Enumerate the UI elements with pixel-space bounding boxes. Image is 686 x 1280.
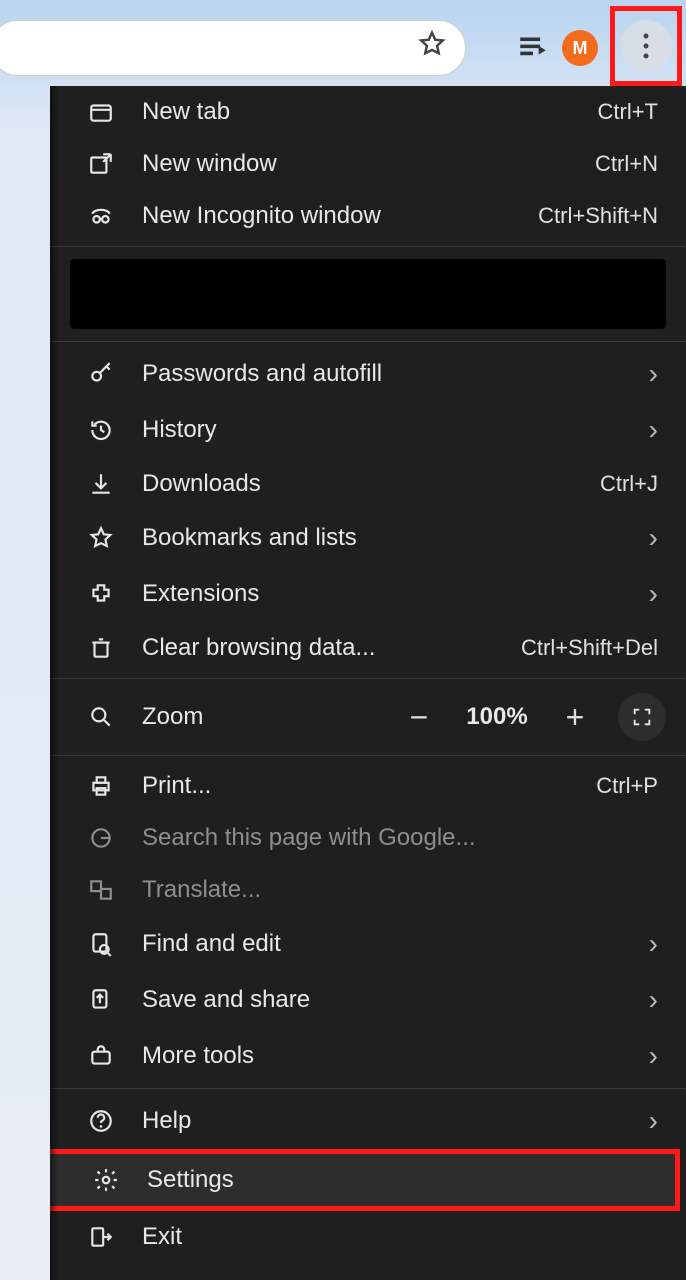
menu-item-history[interactable]: History › — [50, 402, 686, 458]
menu-item-downloads[interactable]: Downloads Ctrl+J — [50, 458, 686, 510]
menu-label: History — [142, 416, 623, 444]
fullscreen-button[interactable] — [618, 693, 666, 741]
menu-item-more-tools[interactable]: More tools › — [50, 1028, 686, 1084]
menu-label: Help — [142, 1107, 623, 1135]
highlight-menu-button — [610, 6, 682, 86]
menu-label: Downloads — [142, 470, 574, 498]
menu-separator — [50, 246, 686, 247]
zoom-label: Zoom — [142, 703, 376, 731]
menu-label: Extensions — [142, 580, 623, 608]
menu-item-clear-data[interactable]: Clear browsing data... Ctrl+Shift+Del — [50, 622, 686, 674]
menu-item-exit[interactable]: Exit — [50, 1211, 686, 1263]
help-icon — [86, 1108, 116, 1134]
new-window-icon — [86, 151, 116, 177]
menu-shortcut: Ctrl+Shift+N — [538, 203, 658, 229]
key-icon — [86, 361, 116, 387]
menu-shadow — [50, 86, 58, 1280]
chevron-right-icon: › — [649, 984, 658, 1016]
chevron-right-icon: › — [649, 522, 658, 554]
menu-shortcut: Ctrl+Shift+Del — [521, 635, 658, 661]
toolbar-right: M — [516, 10, 682, 86]
zoom-value: 100% — [462, 703, 532, 731]
menu-label: Passwords and autofill — [142, 360, 623, 388]
more-menu-button[interactable] — [620, 20, 672, 72]
exit-icon — [86, 1224, 116, 1250]
menu-label: New tab — [142, 98, 572, 126]
chevron-right-icon: › — [649, 1105, 658, 1137]
menu-label: Bookmarks and lists — [142, 524, 623, 552]
menu-item-new-window[interactable]: New window Ctrl+N — [50, 138, 686, 190]
zoom-out-button[interactable]: − — [402, 700, 436, 734]
profile-avatar[interactable]: M — [562, 30, 598, 66]
menu-item-search-page[interactable]: Search this page with Google... — [50, 812, 686, 864]
menu-label: New Incognito window — [142, 202, 512, 230]
browser-main-menu: New tab Ctrl+T New window Ctrl+N New Inc… — [50, 86, 686, 1280]
menu-label: Exit — [142, 1223, 658, 1251]
find-icon — [86, 931, 116, 957]
menu-item-incognito[interactable]: New Incognito window Ctrl+Shift+N — [50, 190, 686, 242]
menu-item-passwords[interactable]: Passwords and autofill › — [50, 346, 686, 402]
menu-label: New window — [142, 150, 569, 178]
menu-shortcut: Ctrl+P — [596, 773, 658, 799]
extensions-icon — [86, 581, 116, 607]
gear-icon — [91, 1167, 121, 1193]
download-icon — [86, 471, 116, 497]
menu-shortcut: Ctrl+T — [598, 99, 659, 125]
menu-label: Translate... — [142, 876, 658, 904]
print-icon — [86, 773, 116, 799]
chevron-right-icon: › — [649, 358, 658, 390]
menu-item-find-edit[interactable]: Find and edit › — [50, 916, 686, 972]
menu-item-bookmarks[interactable]: Bookmarks and lists › — [50, 510, 686, 566]
menu-separator — [50, 678, 686, 679]
chevron-right-icon: › — [649, 928, 658, 960]
bookmark-star-icon[interactable] — [417, 29, 447, 67]
menu-label: Search this page with Google... — [142, 824, 658, 852]
menu-separator — [50, 755, 686, 756]
history-icon — [86, 417, 116, 443]
trash-icon — [86, 635, 116, 661]
chevron-right-icon: › — [649, 578, 658, 610]
zoom-icon — [86, 704, 116, 730]
menu-item-print[interactable]: Print... Ctrl+P — [50, 760, 686, 812]
avatar-initial: M — [573, 38, 588, 59]
zoom-in-button[interactable]: + — [558, 700, 592, 734]
menu-label: Settings — [147, 1166, 647, 1194]
menu-shortcut: Ctrl+N — [595, 151, 658, 177]
browser-toolbar: M — [0, 0, 686, 86]
chevron-right-icon: › — [649, 1040, 658, 1072]
menu-item-extensions[interactable]: Extensions › — [50, 566, 686, 622]
new-tab-icon — [86, 99, 116, 125]
menu-item-help[interactable]: Help › — [50, 1093, 686, 1149]
media-control-icon[interactable] — [516, 29, 550, 68]
share-icon — [86, 987, 116, 1013]
menu-item-translate[interactable]: Translate... — [50, 864, 686, 916]
menu-label: Save and share — [142, 986, 623, 1014]
star-icon — [86, 525, 116, 551]
menu-item-settings[interactable]: Settings — [50, 1149, 680, 1211]
address-bar[interactable] — [0, 20, 466, 76]
menu-item-zoom: Zoom − 100% + — [50, 683, 686, 751]
menu-separator — [50, 1088, 686, 1089]
menu-separator — [50, 341, 686, 342]
google-icon — [86, 825, 116, 851]
menu-label: Clear browsing data... — [142, 634, 495, 662]
profile-block[interactable] — [70, 259, 666, 329]
toolbox-icon — [86, 1043, 116, 1069]
menu-shortcut: Ctrl+J — [600, 471, 658, 497]
menu-label: Find and edit — [142, 930, 623, 958]
chevron-right-icon: › — [649, 414, 658, 446]
menu-item-save-share[interactable]: Save and share › — [50, 972, 686, 1028]
translate-icon — [86, 877, 116, 903]
menu-label: Print... — [142, 772, 570, 800]
menu-label: More tools — [142, 1042, 623, 1070]
menu-item-new-tab[interactable]: New tab Ctrl+T — [50, 86, 686, 138]
incognito-icon — [86, 203, 116, 229]
